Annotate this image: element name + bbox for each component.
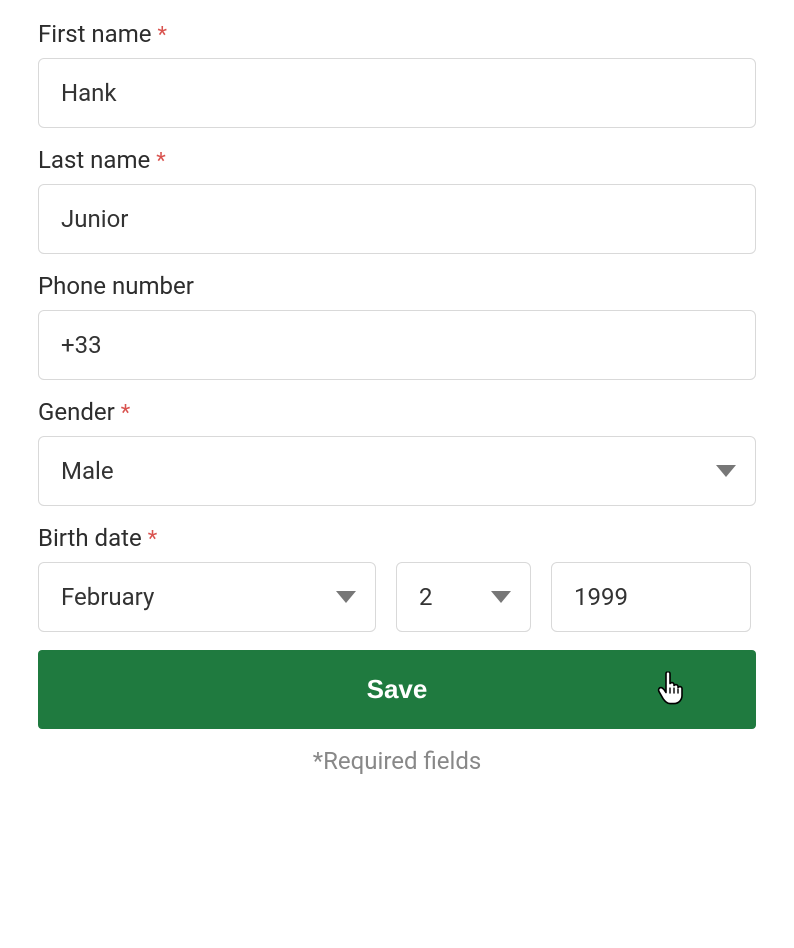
- profile-form: First name * Last name * Phone number Ge…: [0, 0, 794, 805]
- birth-day-wrap: 2: [396, 562, 531, 632]
- birth-year-input[interactable]: [551, 562, 751, 632]
- birth-year-wrap: [551, 562, 751, 632]
- gender-select-wrap: Male: [38, 436, 756, 506]
- save-button-label: Save: [367, 674, 428, 704]
- required-fields-note: *Required fields: [38, 747, 756, 775]
- last-name-label-row: Last name *: [38, 146, 756, 174]
- last-name-label: Last name: [38, 146, 150, 174]
- last-name-input[interactable]: [38, 184, 756, 254]
- save-button[interactable]: Save: [38, 650, 756, 729]
- birthdate-field: Birth date * February 2: [38, 524, 756, 632]
- required-marker: *: [156, 151, 165, 173]
- required-marker: *: [158, 25, 167, 47]
- first-name-input[interactable]: [38, 58, 756, 128]
- birthdate-label-row: Birth date *: [38, 524, 756, 552]
- phone-label: Phone number: [38, 272, 194, 300]
- gender-label: Gender: [38, 398, 115, 426]
- required-marker: *: [121, 403, 130, 425]
- birth-month-select[interactable]: February: [38, 562, 376, 632]
- pointer-cursor-icon: [656, 671, 686, 712]
- phone-field: Phone number: [38, 272, 756, 380]
- birthdate-row: February 2: [38, 562, 756, 632]
- first-name-label: First name: [38, 20, 152, 48]
- phone-label-row: Phone number: [38, 272, 756, 300]
- birth-day-value: 2: [419, 583, 433, 611]
- required-marker: *: [148, 529, 157, 551]
- first-name-field: First name *: [38, 20, 756, 128]
- gender-select[interactable]: Male: [38, 436, 756, 506]
- gender-value: Male: [61, 457, 114, 485]
- birth-day-select[interactable]: 2: [396, 562, 531, 632]
- birth-month-value: February: [61, 583, 154, 611]
- birthdate-label: Birth date: [38, 524, 142, 552]
- gender-label-row: Gender *: [38, 398, 756, 426]
- birth-month-wrap: February: [38, 562, 376, 632]
- phone-input[interactable]: [38, 310, 756, 380]
- first-name-label-row: First name *: [38, 20, 756, 48]
- last-name-field: Last name *: [38, 146, 756, 254]
- gender-field: Gender * Male: [38, 398, 756, 506]
